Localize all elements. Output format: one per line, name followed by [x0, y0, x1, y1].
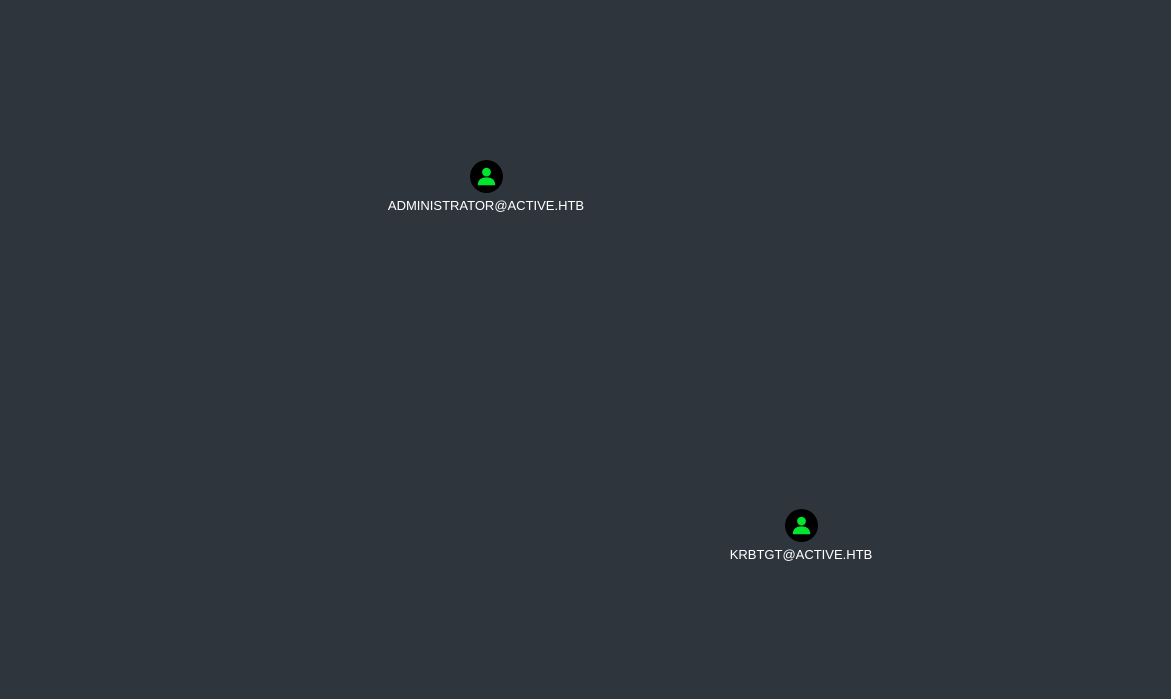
graph-node-administrator[interactable]: ADMINISTRATOR@ACTIVE.HTB: [336, 160, 636, 213]
user-icon[interactable]: [784, 509, 818, 542]
graph-node-krbtgt[interactable]: KRBTGT@ACTIVE.HTB: [651, 509, 951, 562]
graph-canvas[interactable]: ADMINISTRATOR@ACTIVE.HTB KRBTGT@ACTIVE.H…: [0, 0, 1171, 699]
user-icon[interactable]: [469, 160, 503, 193]
node-label: KRBTGT@ACTIVE.HTB: [729, 547, 873, 562]
node-label: ADMINISTRATOR@ACTIVE.HTB: [387, 198, 585, 213]
